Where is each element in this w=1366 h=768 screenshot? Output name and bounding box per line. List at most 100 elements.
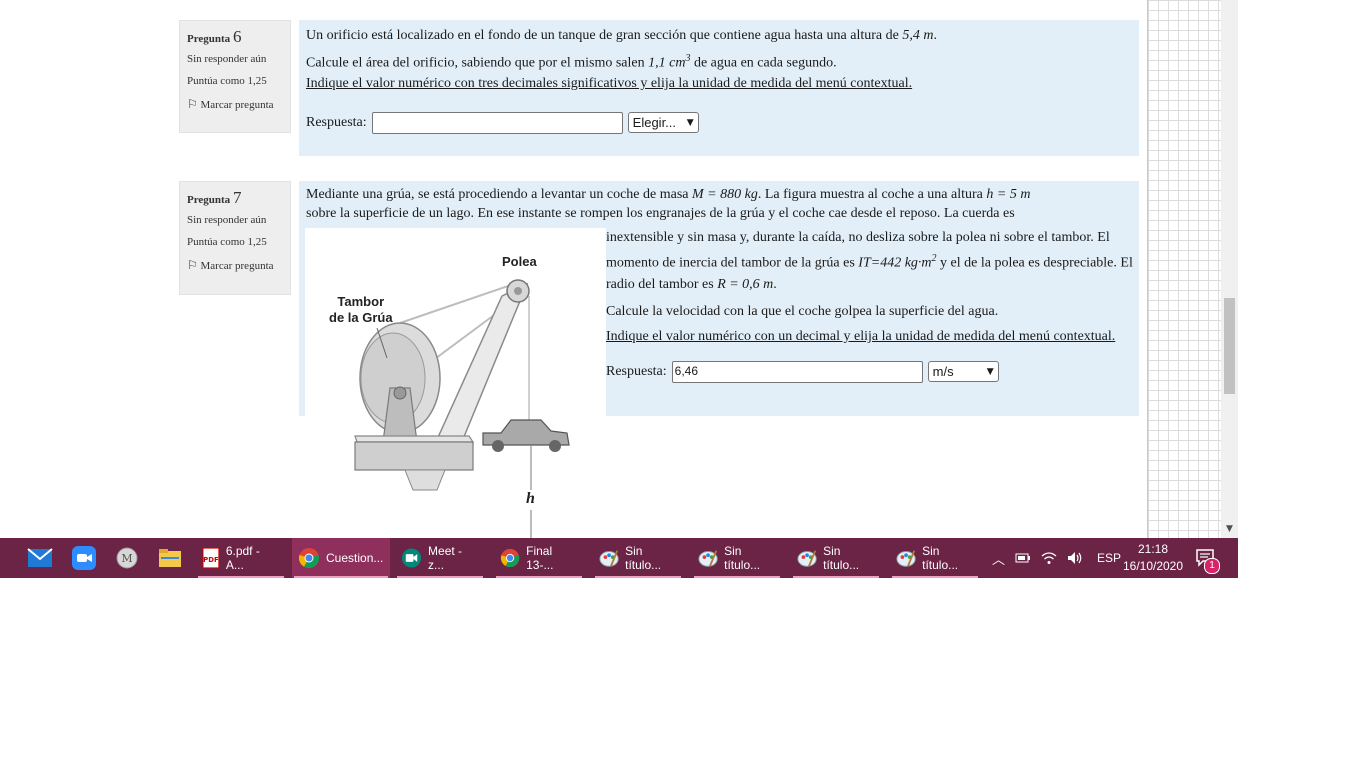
window-label: Sin título... <box>823 544 860 572</box>
text: . <box>933 28 937 43</box>
flag-icon: ⚐ <box>187 258 198 272</box>
system-tray: ︿ ESP <box>992 538 1121 578</box>
svg-text:M: M <box>121 552 132 565</box>
drum-label: Tambor de la Grúa <box>329 294 393 326</box>
paint-icon <box>896 550 916 567</box>
pdf-icon: PDF <box>202 547 220 569</box>
paint-icon <box>797 550 817 567</box>
taskbar-window-meet[interactable]: Meet - z... <box>395 538 485 578</box>
volume-icon[interactable] <box>1067 551 1083 565</box>
chevron-down-icon: ▼ <box>686 117 694 128</box>
text: Mediante una grúa, se está procediendo a… <box>306 187 692 202</box>
question-7-question: Calcule la velocidad con la que el coche… <box>606 303 999 319</box>
question-6-status: Sin responder aún <box>187 53 267 65</box>
taskbar-window-pdf[interactable]: PDF 6.pdf - A... <box>196 538 286 578</box>
question-6-text-1: Un orificio está localizado en el fondo … <box>306 28 1132 44</box>
battery-icon[interactable] <box>1015 552 1031 564</box>
flag-icon: ⚐ <box>187 97 198 111</box>
question-label: Pregunta <box>187 194 231 206</box>
show-hidden-icons-chevron-up-icon[interactable]: ︿ <box>992 549 1005 568</box>
taskbar-window-paint-1[interactable]: Sin título... <box>593 538 683 578</box>
answer-input-7[interactable]: 6,46 <box>671 360 923 383</box>
answer-label: Respuesta: <box>306 114 367 130</box>
file-explorer-button[interactable] <box>155 543 185 573</box>
window-label: Meet - z... <box>428 544 463 572</box>
vertical-scrollbar[interactable]: ▼ <box>1221 0 1238 538</box>
question-7-text-2: inextensible y sin masa y, durante la ca… <box>606 227 1134 295</box>
app-m-icon: M <box>116 547 138 569</box>
chrome-icon <box>500 548 520 568</box>
meet-icon <box>401 548 422 568</box>
height-value: h = 5 m <box>986 187 1031 202</box>
text: de agua en cada segundo. <box>690 55 837 71</box>
taskbar-window-paint-3[interactable]: Sin título... <box>791 538 881 578</box>
crane-diagram <box>354 279 570 538</box>
unit-select-6[interactable]: Elegir... ▼ <box>627 112 699 134</box>
clock[interactable]: 21:18 16/10/2020 <box>1118 541 1188 575</box>
window-label: Sin título... <box>922 544 959 572</box>
chevron-down-icon: ▼ <box>986 366 994 377</box>
file-explorer-icon <box>159 549 181 567</box>
notification-count-badge: 1 <box>1204 558 1220 574</box>
question-7-text-1: Mediante una grúa, se está procediendo a… <box>306 185 1132 223</box>
grid-panel <box>1147 0 1221 538</box>
window-label: 6.pdf - A... <box>225 544 260 572</box>
clock-time: 21:18 <box>1137 542 1169 556</box>
drum-label-line-1: Tambor <box>337 294 385 309</box>
action-center-button[interactable]: 1 <box>1194 547 1220 574</box>
answer-input-6[interactable] <box>371 111 623 134</box>
zoom-icon <box>72 546 96 570</box>
question-6-answer-row: Respuesta: Elegir... ▼ <box>306 111 1132 134</box>
screen: Pregunta 6 Sin responder aún Puntúa como… <box>0 0 1238 578</box>
question-6-score: Puntúa como 1,25 <box>187 75 267 87</box>
taskbar-window-cuestion[interactable]: Cuestion... <box>292 538 390 578</box>
inertia-value: IT=442 kg·m <box>858 255 932 271</box>
taskbar: M PDF 6.pdf - A... Cuestion... Meet - z.… <box>0 538 1238 578</box>
question-6-instruction: Indique el valor numérico con tres decim… <box>306 75 913 91</box>
question-7-info: Pregunta 7 Sin responder aún Puntúa como… <box>179 181 291 295</box>
unit-selected: m/s <box>932 363 954 379</box>
text: . <box>773 276 777 292</box>
height-label: h <box>526 490 535 507</box>
drum-label-line-2: de la Grúa <box>329 310 393 325</box>
question-6-number: Pregunta 6 <box>187 27 283 47</box>
question-number: 7 <box>232 188 242 207</box>
flag-label: Marcar pregunta <box>200 99 274 111</box>
question-7-number: Pregunta 7 <box>187 188 283 208</box>
taskbar-window-paint-2[interactable]: Sin título... <box>692 538 782 578</box>
mail-icon <box>27 548 53 567</box>
question-6-info: Pregunta 6 Sin responder aún Puntúa como… <box>179 20 291 133</box>
question-7-score: Puntúa como 1,25 <box>187 236 267 248</box>
mass-value: M = 880 kg <box>692 187 758 202</box>
svg-text:PDF: PDF <box>203 556 219 564</box>
question-7-right-column: inextensible y sin masa y, durante la ca… <box>606 227 1134 383</box>
question-6-content: Un orificio está localizado en el fondo … <box>299 20 1139 156</box>
scrollbar-thumb[interactable] <box>1224 298 1235 394</box>
wifi-icon[interactable] <box>1041 551 1057 565</box>
question-7-instruction: Indique el valor numérico con un decimal… <box>606 328 1116 344</box>
chrome-icon <box>298 548 320 568</box>
scroll-down-arrow-icon[interactable]: ▼ <box>1221 522 1238 536</box>
crane-figure: Polea Tambor de la Grúa h <box>305 228 606 538</box>
radius-value: R = 0,6 m <box>717 276 774 292</box>
zoom-app-button[interactable] <box>69 543 99 573</box>
taskbar-window-final[interactable]: Final 13-... <box>494 538 584 578</box>
text: sobre la superficie de un lago. En ese i… <box>306 206 1015 221</box>
question-7-answer-row: Respuesta: 6,46 m/s ▼ <box>606 360 1134 383</box>
unit-selected: Elegir... <box>632 114 677 130</box>
question-label: Pregunta <box>187 33 231 45</box>
flag-question-6-button[interactable]: ⚐ Marcar pregunta <box>187 97 283 113</box>
flag-label: Marcar pregunta <box>200 260 274 272</box>
m-app-button[interactable]: M <box>112 543 142 573</box>
flag-question-7-button[interactable]: ⚐ Marcar pregunta <box>187 258 283 274</box>
mail-app-button[interactable] <box>25 543 55 573</box>
taskbar-window-paint-4[interactable]: Sin título... <box>890 538 980 578</box>
paint-icon <box>599 550 619 567</box>
question-7-status: Sin responder aún <box>187 214 267 226</box>
unit-select-7[interactable]: m/s ▼ <box>927 361 999 383</box>
flow-value: 1,1 cm <box>648 55 686 71</box>
window-label: Final 13-... <box>526 544 554 572</box>
question-number: 6 <box>232 27 242 46</box>
answer-label: Respuesta: <box>606 364 667 380</box>
window-label: Cuestion... <box>326 551 384 565</box>
